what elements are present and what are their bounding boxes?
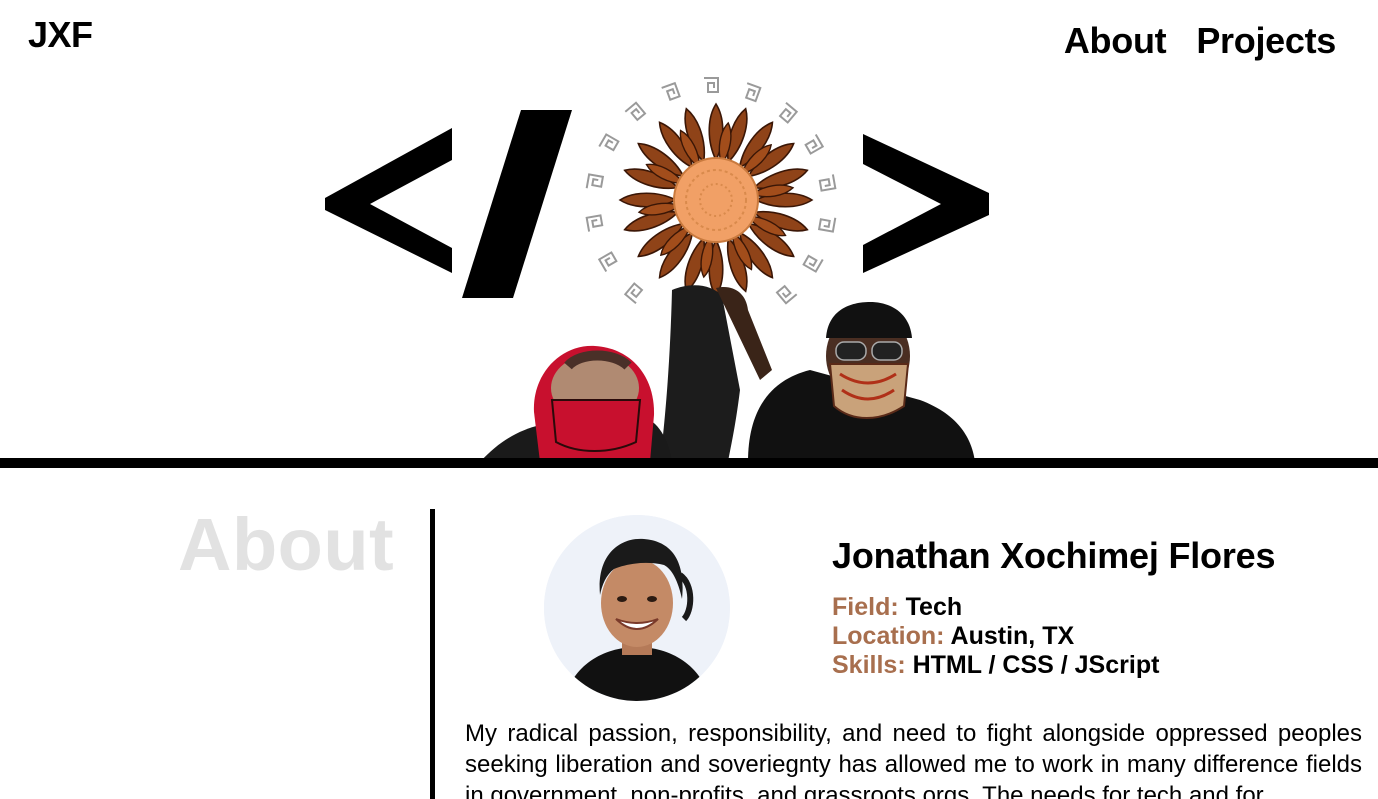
avatar — [544, 515, 730, 701]
hero-banner — [325, 77, 989, 462]
profile-name: Jonathan Xochimej Flores — [832, 535, 1276, 576]
left-angle-bracket-icon — [325, 128, 452, 273]
bio-paragraph: My radical passion, responsibility, and … — [465, 720, 1362, 799]
slash-icon — [462, 110, 572, 298]
nav-link-projects[interactable]: Projects — [1196, 20, 1336, 62]
site-logo[interactable]: JXF — [28, 14, 93, 56]
detail-value: Austin, TX — [950, 622, 1075, 650]
main-nav: About Projects — [1064, 20, 1336, 62]
section-divider — [0, 458, 1378, 468]
detail-key: Location: — [832, 622, 945, 650]
about-section-title: About — [178, 503, 395, 586]
detail-row-skills: Skills: HTML / CSS / JScript — [832, 651, 1275, 680]
protesters-illustration — [480, 285, 975, 462]
detail-value: HTML / CSS / JScript — [912, 651, 1160, 679]
flower-icon — [619, 103, 813, 297]
vertical-divider — [430, 509, 435, 799]
right-angle-bracket-icon — [863, 134, 989, 273]
detail-row-location: Location: Austin, TX — [832, 622, 1275, 651]
detail-key: Skills: — [832, 651, 906, 679]
portrait-image — [544, 515, 730, 701]
detail-value: Tech — [905, 593, 963, 621]
profile-card: Jonathan Xochimej Flores Field: Tech Loc… — [832, 535, 1276, 680]
detail-row-field: Field: Tech — [832, 593, 1275, 622]
detail-key: Field: — [832, 593, 899, 621]
nav-link-about[interactable]: About — [1064, 20, 1167, 62]
